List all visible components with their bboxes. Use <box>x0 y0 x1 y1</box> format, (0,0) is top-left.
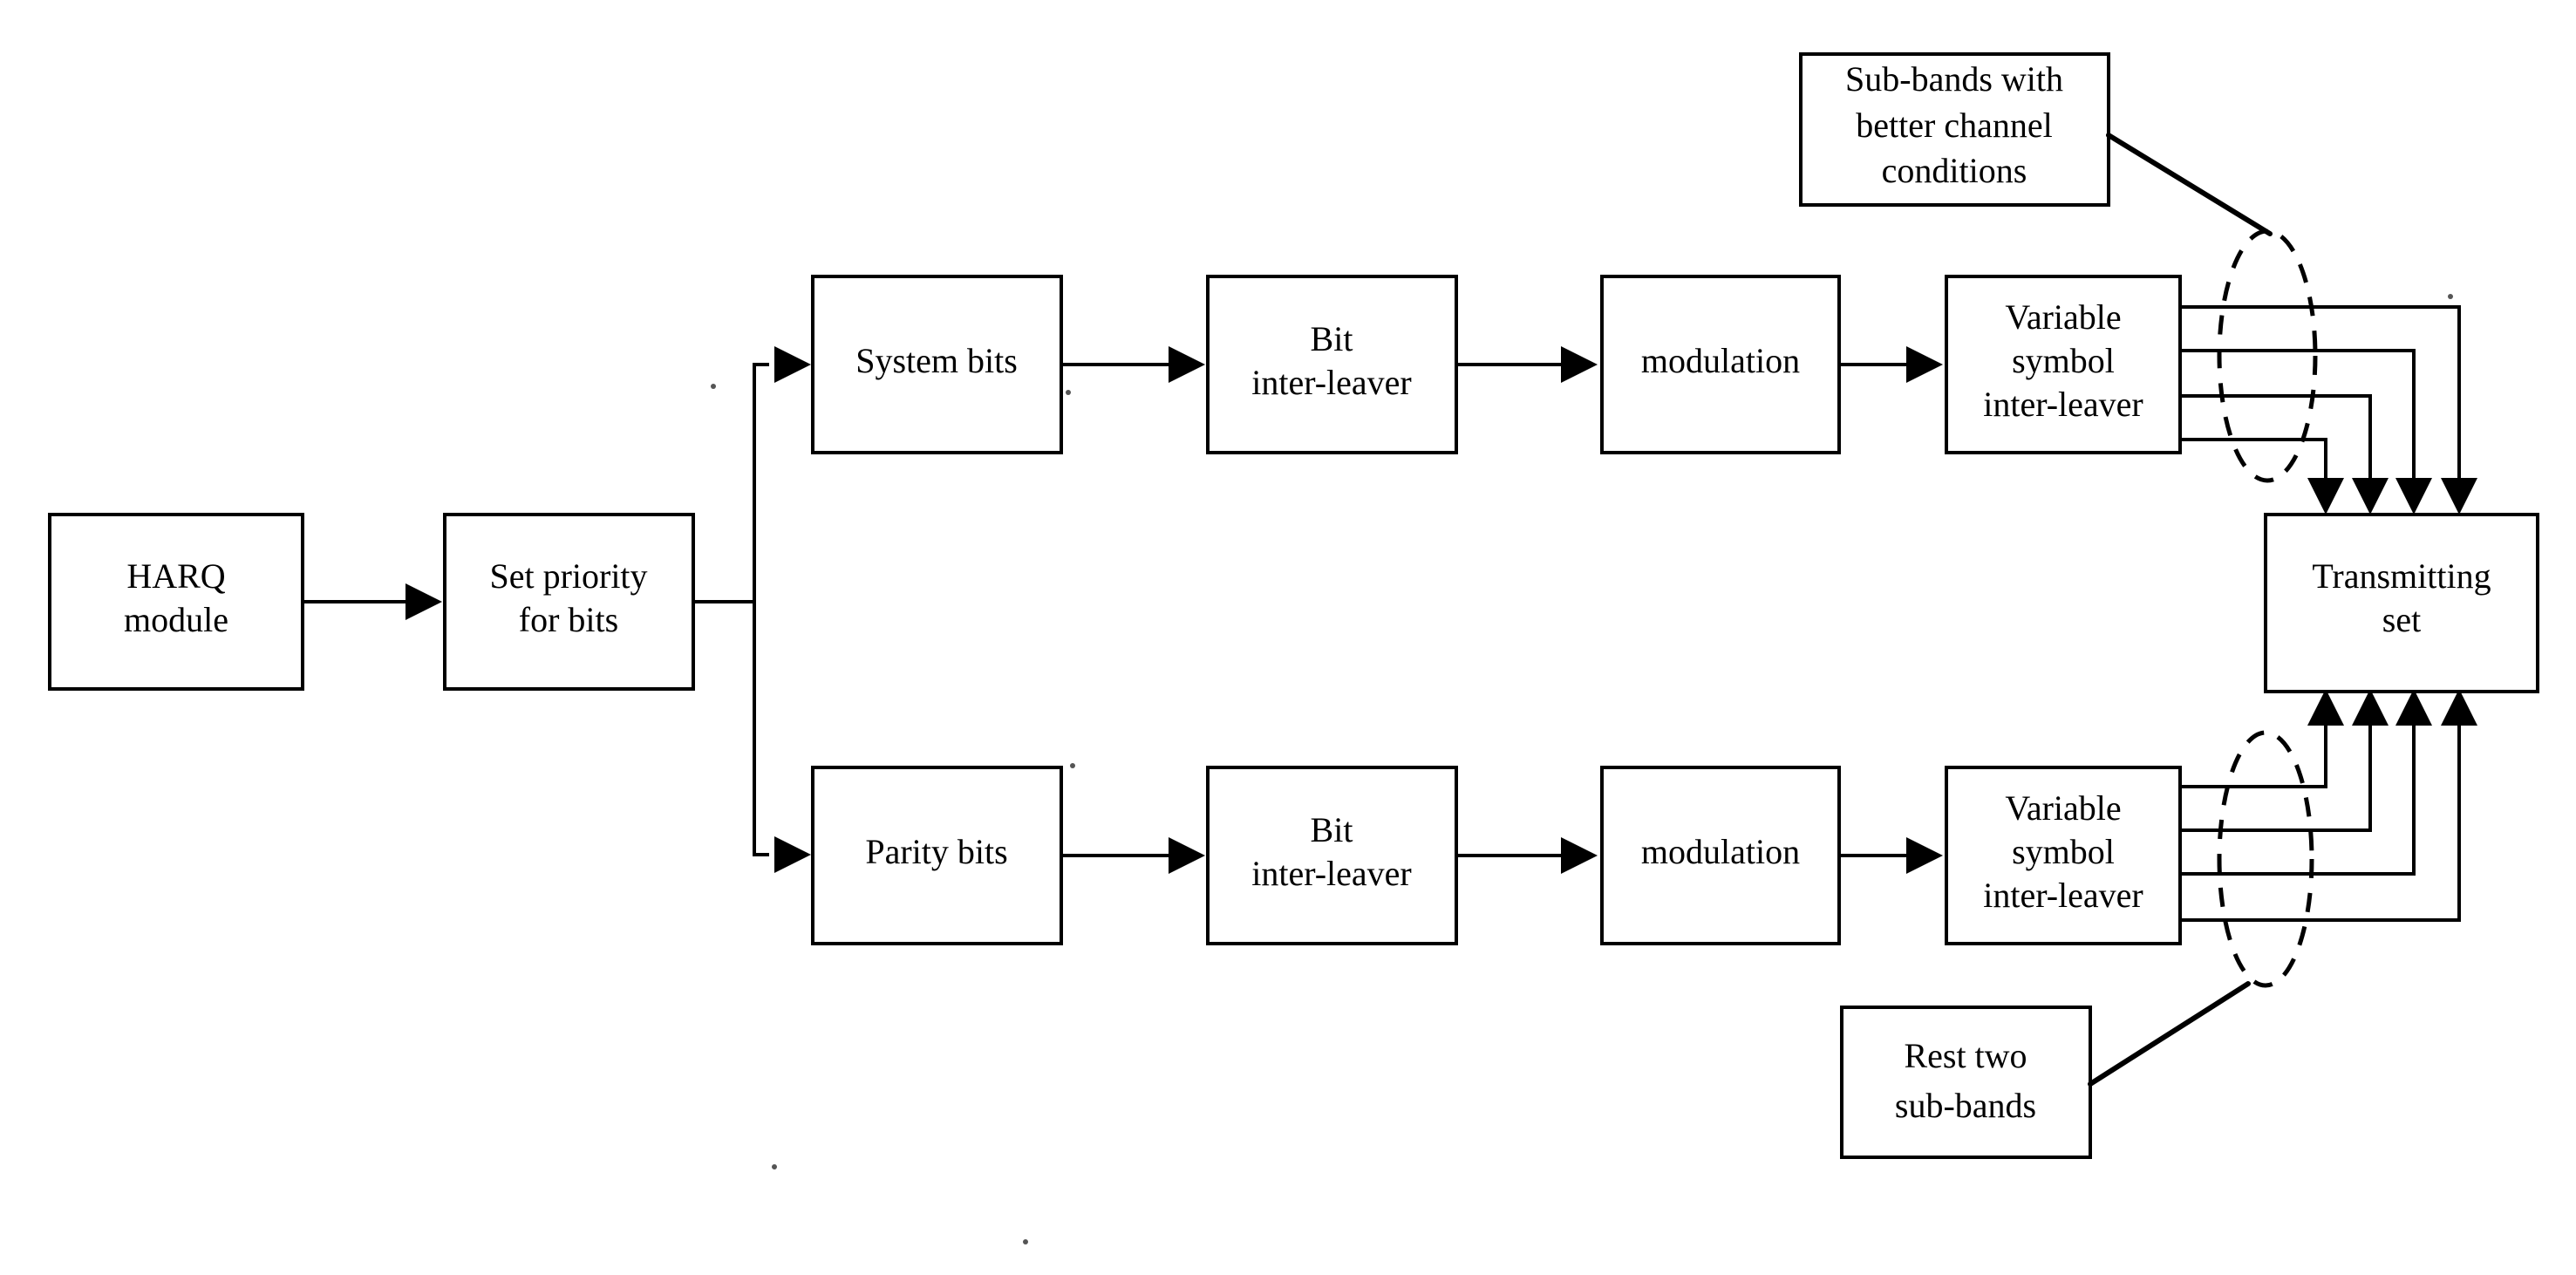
modulation-bottom-label: modulation <box>1641 832 1800 871</box>
bit-interleaver-bottom-label-line2: inter-leaver <box>1251 854 1412 893</box>
rest-two-subbands-label-line1: Rest two <box>1904 1036 2027 1075</box>
set-priority-label-line1: Set priority <box>489 556 647 596</box>
bit-interleaver-top-label-line2: inter-leaver <box>1251 363 1412 402</box>
arrow-down-top-1 <box>2307 478 2344 515</box>
route-top-4 <box>2180 438 2327 478</box>
vsi-bottom-label-line3: inter-leaver <box>1983 876 2143 915</box>
subbands-better-label-line1: Sub-bands with <box>1845 59 2063 99</box>
vsi-bottom-label-line1: Variable <box>2005 788 2121 828</box>
arrow-up-bottom-4 <box>2441 689 2477 726</box>
transmitting-set-label-line1: Transmitting <box>2312 556 2491 596</box>
harq-module-label-line2: module <box>124 600 228 639</box>
arrow-systembits-to-bitinterleaver <box>1169 346 1205 383</box>
set-priority-label-line2: for bits <box>519 600 618 639</box>
arrow-to-system-bits <box>774 346 811 383</box>
vsi-top-label-line2: symbol <box>2012 341 2115 380</box>
connector-setpriority-to-systembits <box>753 363 769 602</box>
modulation-top-label: modulation <box>1641 341 1800 380</box>
arrow-to-parity-bits <box>774 836 811 873</box>
arrow-modulation-to-vsi-bottom <box>1906 837 1943 874</box>
route-top-2 <box>2180 349 2416 478</box>
subbands-better-label-line3: conditions <box>1882 151 2027 190</box>
bit-interleaver-bottom-label-line1: Bit <box>1311 810 1353 849</box>
scan-speck <box>711 384 716 389</box>
bit-interleaver-top-label-line1: Bit <box>1311 319 1353 358</box>
arrow-up-bottom-2 <box>2352 689 2389 726</box>
transmitting-set-label-line2: set <box>2382 600 2421 639</box>
arrow-up-bottom-1 <box>2307 689 2344 726</box>
harq-module-label-line1: HARQ <box>126 556 225 596</box>
arrow-up-bottom-3 <box>2395 689 2432 726</box>
block-diagram-canvas: HARQ module Set priority for bits System… <box>0 0 2576 1275</box>
scan-speck <box>772 1164 777 1169</box>
arrow-bitinterleaver-to-modulation-bottom <box>1561 837 1598 874</box>
route-bottom-3 <box>2180 726 2416 876</box>
diagram-svg: HARQ module Set priority for bits System… <box>48 52 2539 1244</box>
scan-speck <box>2448 294 2453 299</box>
arrow-down-top-3 <box>2395 478 2432 515</box>
rest-two-subbands-label-line2: sub-bands <box>1895 1086 2036 1125</box>
scan-speck <box>1066 390 1071 395</box>
scan-speck <box>1070 763 1075 768</box>
connector-setpriority-to-paritybits <box>753 602 769 856</box>
arrow-paritybits-to-bitinterleaver <box>1169 837 1205 874</box>
arrow-bitinterleaver-to-modulation-top <box>1561 346 1598 383</box>
leader-rest-two-subbands-to-ellipse-bottom <box>2088 981 2251 1087</box>
vsi-top-label-line3: inter-leaver <box>1983 385 2143 424</box>
arrow-down-top-4 <box>2441 478 2477 515</box>
scan-speck <box>1023 1239 1028 1244</box>
box-rest-two-subbands <box>1840 1006 2092 1159</box>
vsi-top-label-line1: Variable <box>2005 297 2121 337</box>
route-bottom-2 <box>2180 726 2372 832</box>
vsi-bottom-label-line2: symbol <box>2012 832 2115 871</box>
arrow-down-top-2 <box>2352 478 2389 515</box>
leader-subbands-better-to-ellipse-top <box>2106 133 2273 236</box>
system-bits-label: System bits <box>855 341 1018 380</box>
arrow-harq-to-setpriority <box>405 583 442 620</box>
dashed-ellipse-bottom <box>2217 730 2314 988</box>
route-top-3 <box>2180 394 2372 478</box>
parity-bits-label: Parity bits <box>865 832 1007 871</box>
arrow-modulation-to-vsi-top <box>1906 346 1943 383</box>
dashed-ellipse-top <box>2217 228 2318 483</box>
subbands-better-label-line2: better channel <box>1856 106 2052 145</box>
